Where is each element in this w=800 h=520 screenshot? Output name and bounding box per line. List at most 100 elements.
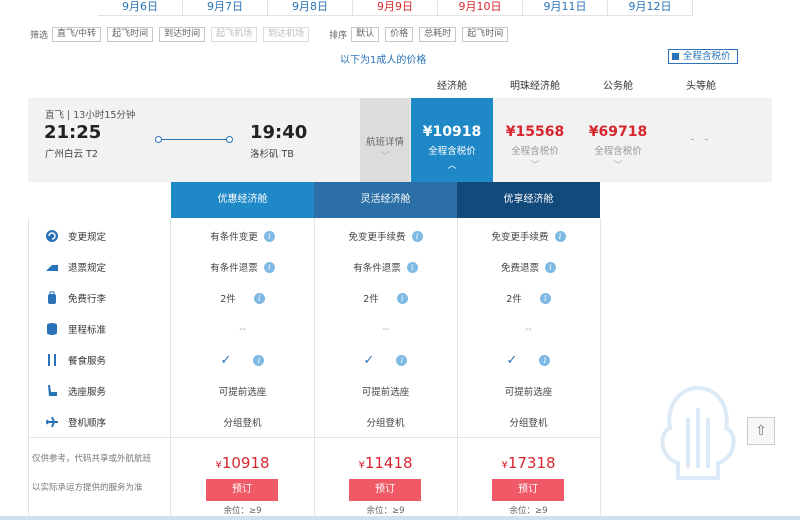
info-icon[interactable]: i: [263, 230, 275, 242]
chevron-down-icon: ﹀: [613, 161, 623, 171]
date-tab[interactable]: 9月6日: [98, 0, 183, 16]
sort-price[interactable]: 价格: [385, 26, 414, 42]
info-icon[interactable]: i: [263, 261, 275, 273]
filter-arr-time[interactable]: 到达时间: [159, 26, 206, 42]
remaining-seats: 余位：≥9: [509, 506, 548, 516]
fare-unavailable: - -: [690, 132, 712, 146]
filter-dep-airport[interactable]: 起飞机场: [211, 26, 258, 42]
scroll-top-button[interactable]: ⇧: [747, 417, 775, 445]
product-price: ¥11418: [314, 454, 457, 472]
row-label-text: 登机顺序: [68, 418, 107, 429]
sort-label: 排序: [329, 30, 348, 41]
cell-value: --: [239, 323, 246, 335]
fare-economy[interactable]: ¥10918 全程含税价 ︿: [411, 98, 493, 182]
fare-first: - -: [660, 98, 742, 182]
fare-sub: 全程含税价: [428, 146, 476, 157]
arrival-airport: 洛杉矶 TB: [250, 149, 294, 160]
check-icon: ✓: [363, 352, 375, 368]
note-carrier: 以实际承运方提供的服务为准: [32, 483, 143, 493]
cell-value: 分组登机: [223, 418, 262, 429]
price-value: 11418: [364, 454, 413, 472]
row-label-change: 变更规定: [44, 226, 106, 246]
cell-refund: 有条件退票 i: [171, 257, 314, 277]
fare-pearl-economy[interactable]: ¥15568 全程含税价 ﹀: [494, 98, 576, 182]
price-note: 以下为1成人的价格: [340, 55, 427, 66]
route-end-dot: [226, 136, 233, 143]
cell-value: 可提前选座: [361, 387, 410, 398]
date-tab[interactable]: 9月7日: [183, 0, 268, 16]
fare-sub: 全程含税价: [511, 146, 559, 157]
info-icon[interactable]: i: [554, 230, 566, 242]
sort-default[interactable]: 默认: [351, 26, 380, 42]
info-icon[interactable]: i: [539, 354, 551, 366]
cell-boarding: 分组登机: [457, 412, 600, 432]
cell-mileage: --: [314, 319, 457, 339]
check-icon: ✓: [506, 352, 518, 368]
product-tabs: 优惠经济舱 灵活经济舱 优享经济舱: [171, 182, 600, 218]
class-header-business: 公务舱: [603, 81, 633, 92]
info-icon[interactable]: i: [253, 292, 265, 304]
note-reference: 仅供参考，代码共享或外航航班: [32, 454, 152, 464]
date-tab[interactable]: 9月8日: [268, 0, 353, 16]
filter-dep-time[interactable]: 起飞时间: [107, 26, 154, 42]
seat-icon: [44, 383, 60, 399]
meal-icon: [44, 352, 60, 368]
change-icon: [44, 228, 60, 244]
row-label-seat: 选座服务: [44, 381, 106, 401]
arrow-up-icon: ⇧: [755, 423, 767, 439]
cell-seat: 可提前选座: [314, 381, 457, 401]
date-tab[interactable]: 9月10日: [438, 0, 523, 16]
product-tab-flexible[interactable]: 灵活经济舱: [314, 182, 457, 218]
checkbox-icon: [672, 53, 679, 60]
product-tab-premium[interactable]: 优享经济舱: [457, 182, 600, 218]
cell-value: --: [525, 323, 532, 335]
class-header-pearl: 明珠经济舱: [510, 81, 560, 92]
cell-value: 2件: [220, 294, 236, 305]
book-button-flexible[interactable]: 预订: [349, 479, 421, 501]
date-strip: 9月6日 9月7日 9月8日 9月9日 9月10日 9月11日 9月12日: [98, 0, 800, 16]
date-tab[interactable]: 9月11日: [523, 0, 608, 16]
info-icon[interactable]: i: [539, 292, 551, 304]
sort-duration[interactable]: 总耗时: [419, 26, 457, 42]
row-label-text: 选座服务: [68, 387, 107, 398]
date-tab[interactable]: 9月9日: [353, 0, 438, 16]
check-icon: ✓: [220, 352, 232, 368]
info-icon[interactable]: i: [545, 261, 556, 273]
info-icon[interactable]: i: [396, 292, 408, 304]
sort-dep-time[interactable]: 起飞时间: [462, 26, 509, 42]
remaining-seats: 余位：≥9: [366, 506, 405, 516]
info-icon[interactable]: i: [396, 354, 408, 366]
refund-icon: [44, 259, 60, 275]
product-tab-discount[interactable]: 优惠经济舱: [171, 182, 314, 218]
bottom-bar: [0, 516, 800, 520]
product-price: ¥10918: [171, 454, 314, 472]
chevron-down-icon: ﹀: [380, 152, 390, 162]
route-start-dot: [155, 136, 162, 143]
date-tab[interactable]: 9月12日: [608, 0, 693, 16]
cell-change: 免变更手续费 i: [314, 226, 457, 246]
filter-arr-airport[interactable]: 到达机场: [263, 26, 310, 42]
flight-detail-button[interactable]: 航班详情 ﹀: [360, 98, 410, 182]
info-icon[interactable]: i: [253, 354, 265, 366]
divider: [28, 437, 600, 438]
departure-time: 21:25: [44, 122, 102, 143]
fare-business[interactable]: ¥69718 全程含税价 ﹀: [577, 98, 659, 182]
cell-value: 2件: [506, 294, 522, 305]
row-label-luggage: 免费行李: [44, 288, 106, 308]
fare-price: ¥15568: [505, 124, 565, 140]
tax-toggle[interactable]: 全程含税价: [668, 49, 738, 64]
price-value: 10918: [221, 454, 270, 472]
filter-direct[interactable]: 直飞/中转: [52, 26, 102, 42]
flight-meta: 直飞 | 13小时15分钟: [45, 110, 136, 121]
cell-boarding: 分组登机: [171, 412, 314, 432]
info-icon[interactable]: i: [406, 261, 418, 273]
book-button-discount[interactable]: 预订: [206, 479, 278, 501]
class-header-economy: 经济舱: [437, 81, 467, 92]
departure-airport: 广州白云 T2: [45, 149, 98, 160]
remaining-seats: 余位：≥9: [223, 506, 262, 516]
row-label-boarding: 登机顺序: [44, 412, 106, 432]
cell-value: 有条件退票: [353, 263, 401, 274]
info-icon[interactable]: i: [411, 230, 423, 242]
book-button-premium[interactable]: 预订: [492, 479, 564, 501]
cell-boarding: 分组登机: [314, 412, 457, 432]
